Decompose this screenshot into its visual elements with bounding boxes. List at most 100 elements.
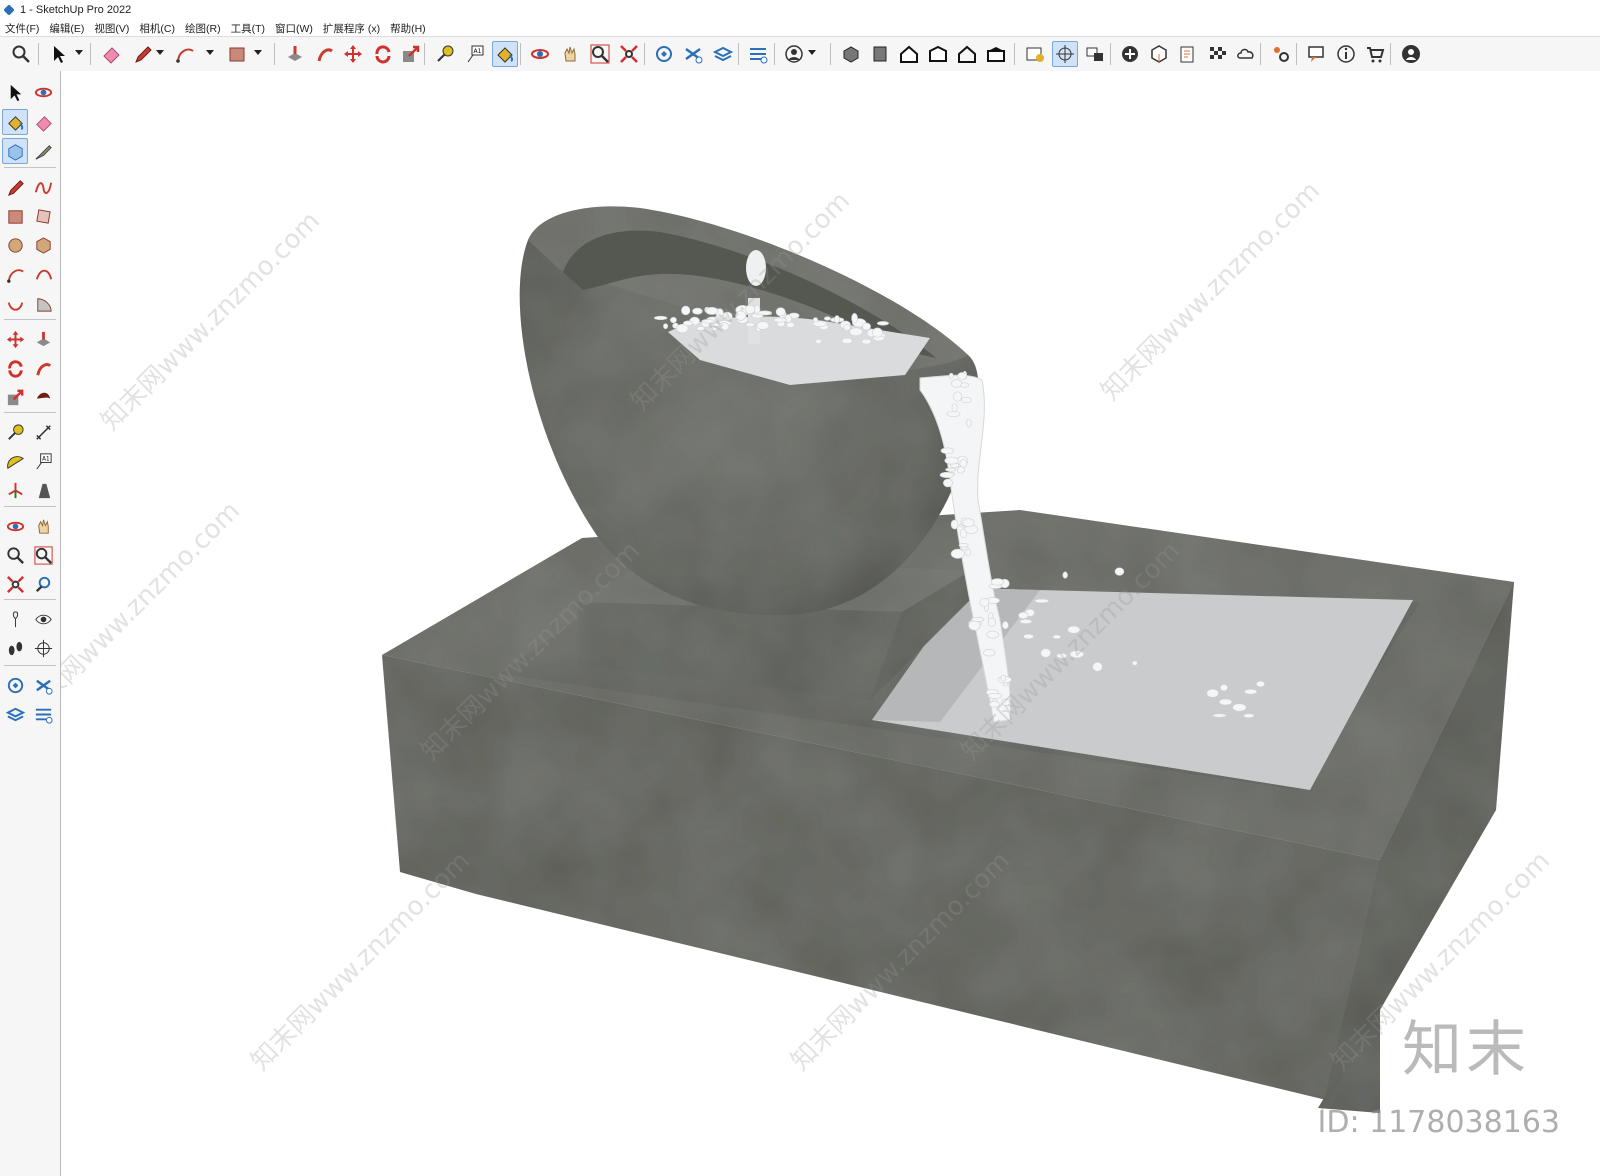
toolbar-top-view-button[interactable] — [925, 41, 951, 67]
toolbar-warehouse-button[interactable] — [651, 41, 677, 67]
fountain-model[interactable] — [61, 71, 1600, 1176]
toolbar-settings-button[interactable] — [1268, 41, 1294, 67]
sidebar-move-button[interactable] — [2, 326, 28, 352]
toolbar-add-button[interactable] — [1117, 41, 1143, 67]
toolbar-section-plane-button[interactable] — [1052, 41, 1078, 67]
toolbar-front-view-button[interactable] — [867, 41, 893, 67]
menu-extensions[interactable]: 扩展程序 (x) — [318, 21, 385, 36]
sidebar-text-button[interactable]: A1 — [30, 448, 56, 474]
toolbar-account-button[interactable] — [781, 41, 807, 67]
sidebar-paint-bucket-button[interactable] — [2, 109, 28, 135]
chevron-down-icon[interactable] — [75, 50, 83, 55]
menu-camera[interactable]: 相机(C) — [134, 21, 180, 36]
toolbar-paint-bucket-button[interactable] — [492, 41, 518, 67]
menu-file[interactable]: 文件(F) — [0, 21, 44, 36]
sidebar-extension-button[interactable] — [30, 672, 56, 698]
toolbar-back-view-button[interactable] — [983, 41, 1009, 67]
toolbar-zoom-button[interactable] — [8, 41, 34, 67]
sidebar-rectangle-button[interactable] — [2, 203, 28, 229]
toolbar-text-button[interactable]: A1 — [462, 41, 488, 67]
sidebar-pan-button[interactable] — [30, 513, 56, 539]
toolbar-layers-button[interactable] — [710, 41, 736, 67]
toolbar-info-button[interactable] — [1333, 41, 1359, 67]
sidebar-tag-button[interactable] — [30, 138, 56, 164]
sidebar-previous-view-button[interactable] — [30, 571, 56, 597]
menu-view[interactable]: 视图(V) — [89, 21, 134, 36]
chevron-down-icon[interactable] — [156, 50, 164, 55]
toolbar-cart-button[interactable] — [1362, 41, 1388, 67]
sidebar-3d-text-button[interactable] — [30, 477, 56, 503]
toolbar-scene-button[interactable] — [1082, 41, 1108, 67]
sidebar-look-around-button[interactable] — [30, 606, 56, 632]
sidebar-protractor-button[interactable] — [2, 448, 28, 474]
menu-tools[interactable]: 工具(T) — [226, 21, 270, 36]
sidebar-orbit-button[interactable] — [30, 79, 56, 105]
sidebar-sandbox-button[interactable] — [30, 701, 56, 727]
sidebar-offset-button[interactable] — [30, 384, 56, 410]
sidebar-polygon-button[interactable] — [30, 232, 56, 258]
sidebar-orbit-button[interactable] — [2, 513, 28, 539]
sidebar-section-plane-button[interactable] — [30, 635, 56, 661]
menu-edit[interactable]: 编辑(E) — [44, 21, 89, 36]
sidebar-follow-me-button[interactable] — [30, 355, 56, 381]
toolbar-message-button[interactable] — [1304, 41, 1330, 67]
toolbar-zoom-window-button[interactable] — [587, 41, 613, 67]
sidebar-select-button[interactable] — [2, 79, 28, 105]
sidebar-arc-button[interactable] — [2, 261, 28, 287]
chevron-down-icon[interactable] — [254, 50, 262, 55]
sidebar-zoom-extents-button[interactable] — [2, 571, 28, 597]
toolbar-follow-me-button[interactable] — [312, 41, 338, 67]
toolbar-sandbox-button[interactable] — [745, 41, 771, 67]
toolbar-home-button[interactable] — [896, 41, 922, 67]
sidebar-position-camera-button[interactable] — [2, 606, 28, 632]
menu-window[interactable]: 窗口(W) — [270, 21, 318, 36]
sidebar-zoom-window-button[interactable] — [30, 542, 56, 568]
toolbar-profile-button[interactable] — [1398, 41, 1424, 67]
toolbar-extension-button[interactable] — [680, 41, 706, 67]
chevron-down-icon[interactable] — [808, 50, 816, 55]
toolbar-rectangle-button[interactable] — [224, 41, 250, 67]
toolbar-zoom-extents-button[interactable] — [616, 41, 642, 67]
toolbar-arc-button[interactable] — [172, 41, 198, 67]
sidebar-pie-button[interactable] — [30, 290, 56, 316]
toolbar-eraser-button[interactable] — [98, 41, 124, 67]
model-viewport[interactable]: 知末网www.znzmo.com 知末网www.znzmo.com 知末网www… — [61, 71, 1600, 1176]
toolbar-select-button[interactable] — [46, 41, 72, 67]
sidebar-scale-button[interactable] — [2, 384, 28, 410]
menu-help[interactable]: 帮助(H) — [385, 21, 431, 36]
sidebar-layers-button[interactable] — [2, 701, 28, 727]
sidebar-freehand-button[interactable] — [30, 174, 56, 200]
sidebar-rotated-rectangle-button[interactable] — [30, 203, 56, 229]
toolbar-tape-measure-button[interactable] — [432, 41, 458, 67]
toolbar-scale-button[interactable] — [398, 41, 424, 67]
toolbar-3d-view-button[interactable] — [838, 41, 864, 67]
sidebar-rotate-button[interactable] — [2, 355, 28, 381]
sidebar-axes-button[interactable] — [2, 477, 28, 503]
toolbar-move-button[interactable] — [340, 41, 366, 67]
toolbar-style-button[interactable] — [1022, 41, 1048, 67]
toolbar-report-button[interactable] — [1175, 41, 1201, 67]
sidebar-warehouse-button[interactable] — [2, 672, 28, 698]
sidebar-component-button[interactable] — [2, 138, 28, 164]
sidebar-two-point-arc-button[interactable] — [30, 261, 56, 287]
toolbar-solid-button[interactable] — [1146, 41, 1172, 67]
sidebar-eraser-button[interactable] — [30, 109, 56, 135]
toolbar-orbit-button[interactable] — [527, 41, 553, 67]
sidebar-tape-measure-button[interactable] — [2, 419, 28, 445]
toolbar-checker-button[interactable] — [1204, 41, 1230, 67]
toolbar-house-button[interactable] — [954, 41, 980, 67]
chevron-down-icon[interactable] — [206, 50, 214, 55]
toolbar-rotate-button[interactable] — [370, 41, 396, 67]
toolbar-pan-button[interactable] — [557, 41, 583, 67]
toolbar-cloud-button[interactable] — [1233, 41, 1259, 67]
menu-draw[interactable]: 绘图(R) — [180, 21, 226, 36]
sidebar-circle-button[interactable] — [2, 232, 28, 258]
sidebar-dimension-button[interactable] — [30, 419, 56, 445]
sidebar-walk-button[interactable] — [2, 635, 28, 661]
sidebar-zoom-button[interactable] — [2, 542, 28, 568]
sidebar-push-pull-button[interactable] — [30, 326, 56, 352]
sidebar-three-point-arc-button[interactable] — [2, 290, 28, 316]
toolbar-push-pull-button[interactable] — [282, 41, 308, 67]
sidebar-pencil-button[interactable] — [2, 174, 28, 200]
toolbar-pencil-button[interactable] — [130, 41, 156, 67]
